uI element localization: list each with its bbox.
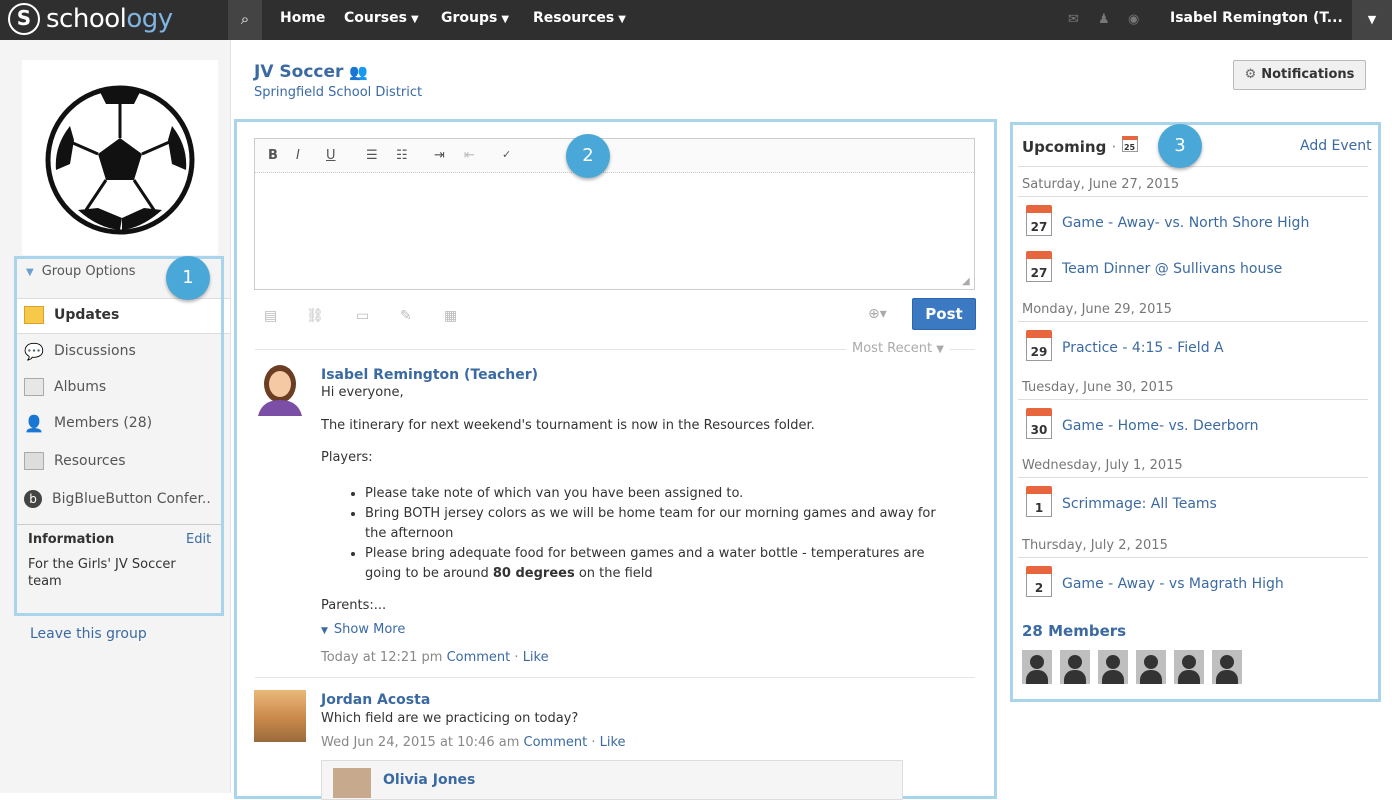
gear-icon: ⚙: [1244, 67, 1257, 82]
comment-link[interactable]: Comment: [447, 650, 511, 665]
logo-word: school: [46, 4, 127, 34]
nav-groups[interactable]: Groups ▼: [441, 10, 509, 26]
divider: [255, 677, 975, 678]
highlight-box-1: [14, 256, 224, 616]
list-item: Bring BOTH jersey colors as we will be h…: [365, 504, 949, 544]
avatar[interactable]: [254, 690, 306, 742]
nav-home[interactable]: Home: [280, 10, 325, 26]
nav-groups-label: Groups: [441, 10, 498, 26]
group-school-link[interactable]: Springfield School District: [254, 85, 422, 100]
logo-wordmark: schoology: [46, 4, 173, 34]
callout-badge-3: 3: [1158, 124, 1202, 168]
post-text: The itinerary for next weekend's tournam…: [321, 418, 815, 433]
chevron-down-icon: ▼: [410, 14, 419, 25]
logo-word-accent: ogy: [126, 4, 173, 34]
leave-group-link[interactable]: Leave this group: [30, 626, 147, 642]
show-more-label: Show More: [333, 622, 406, 637]
nav-courses-label: Courses: [344, 10, 407, 26]
list-item: Please bring adequate food for between g…: [365, 544, 949, 584]
like-link[interactable]: Like: [523, 650, 549, 665]
post-text: Players:: [321, 450, 373, 465]
callout-badge-1: 1: [166, 256, 210, 300]
post-text-bold: 80 degrees: [492, 566, 575, 581]
mail-icon[interactable]: ✉: [1068, 12, 1084, 27]
post-meta: Wed Jun 24, 2015 at 10:46 am Comment · L…: [321, 735, 626, 750]
post-text: Parents:...: [321, 598, 387, 613]
post-timestamp: Wed Jun 24, 2015 at 10:46 am: [321, 735, 520, 750]
notifications-button[interactable]: ⚙ Notifications: [1233, 60, 1366, 90]
post-timestamp: Today at 12:21 pm: [321, 650, 443, 665]
top-navigation-bar: S schoology ⌕ Home Courses ▼ Groups ▼ Reso…: [0, 0, 1392, 40]
avatar[interactable]: [333, 768, 371, 798]
nav-resources[interactable]: Resources ▼: [533, 10, 626, 26]
comment-author[interactable]: Olivia Jones: [383, 772, 475, 788]
chevron-down-icon: ▼: [618, 14, 626, 25]
user-dropdown-icon[interactable]: ▼: [1352, 0, 1392, 40]
post-author[interactable]: Jordan Acosta: [321, 692, 430, 708]
requests-icon[interactable]: ♟: [1098, 12, 1114, 27]
chevron-down-icon: ▼: [321, 626, 328, 636]
like-link[interactable]: Like: [600, 735, 626, 750]
soccer-ball-icon: [45, 85, 195, 235]
teacher-avatar-icon: [258, 365, 302, 416]
nav-resources-label: Resources: [533, 10, 615, 26]
list-item: Please take note of which van you have b…: [365, 484, 949, 504]
user-menu[interactable]: Isabel Remington (T...: [1170, 10, 1343, 26]
callout-badge-2: 2: [566, 134, 610, 178]
notifications-icon[interactable]: ◉: [1128, 12, 1144, 27]
nav-courses[interactable]: Courses ▼: [344, 10, 419, 26]
post-bullet-list: Please take note of which van you have b…: [349, 484, 949, 584]
notifications-button-label: Notifications: [1261, 67, 1355, 82]
group-members-icon: 👥: [349, 63, 369, 81]
chevron-down-icon: ▼: [501, 14, 510, 25]
search-icon[interactable]: ⌕: [228, 0, 262, 40]
highlight-box-3: [1010, 122, 1381, 702]
divider: [230, 40, 231, 793]
post-author[interactable]: Isabel Remington (Teacher): [321, 367, 538, 383]
page-title: JV Soccer 👥: [254, 62, 368, 82]
schoology-logo[interactable]: S schoology: [8, 2, 173, 36]
comment-link[interactable]: Comment: [524, 735, 588, 750]
logo-mark: S: [8, 3, 40, 35]
avatar[interactable]: [254, 362, 306, 416]
show-more-link[interactable]: ▼ Show More: [321, 622, 405, 637]
group-title: JV Soccer: [254, 62, 344, 82]
post-meta: Today at 12:21 pm Comment · Like: [321, 650, 549, 665]
group-picture: [22, 60, 218, 255]
post-text: Which field are we practicing on today?: [321, 711, 579, 726]
post-text: Hi everyone,: [321, 385, 404, 400]
post-text: on the field: [574, 566, 653, 581]
